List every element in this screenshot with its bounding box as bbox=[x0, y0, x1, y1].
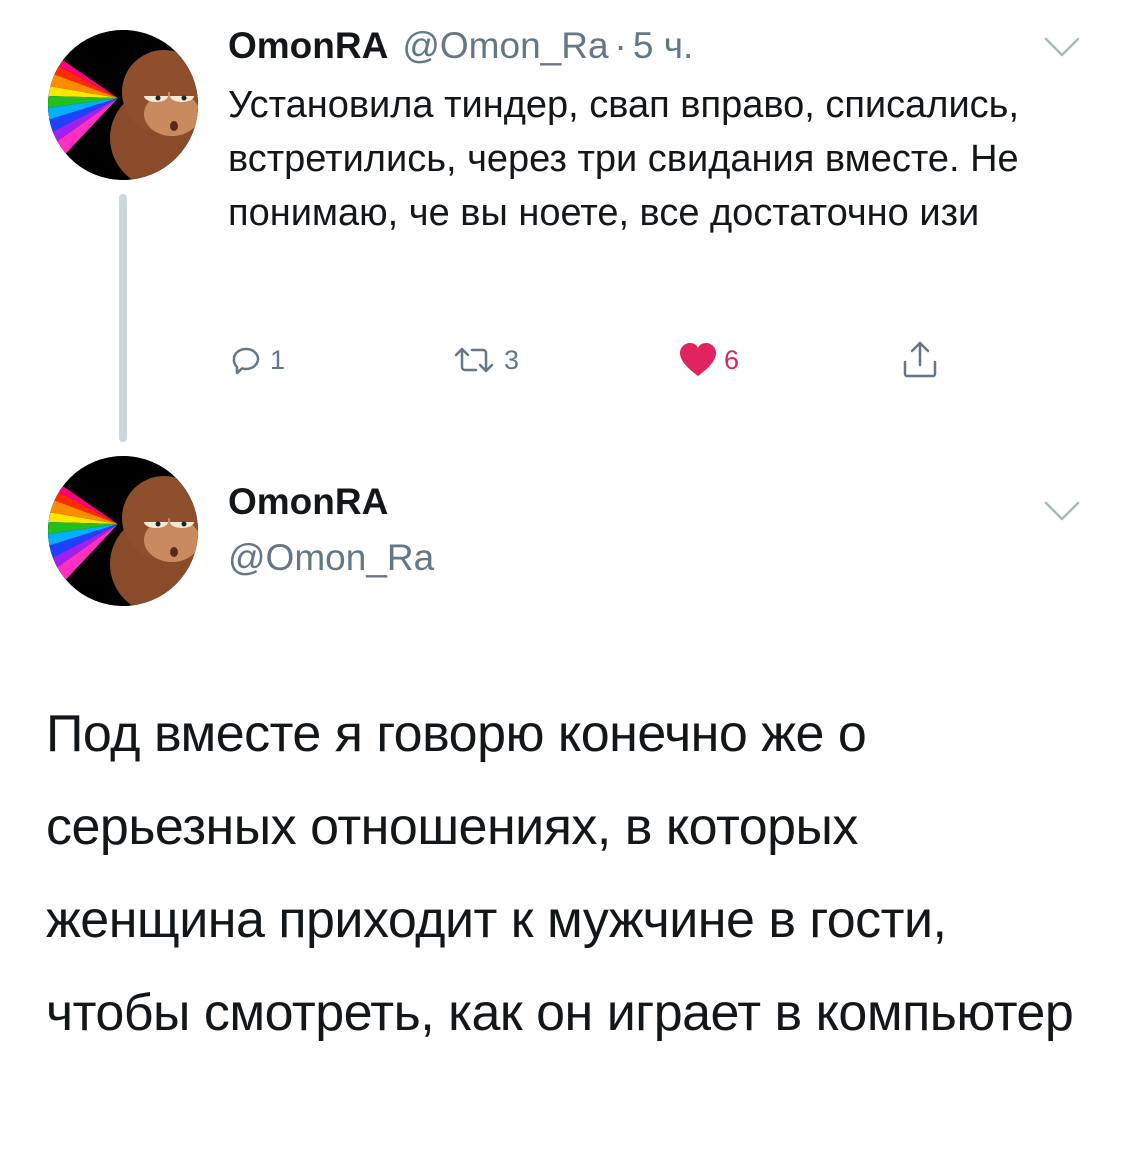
monkey-avatar-icon bbox=[48, 456, 198, 606]
author-name[interactable]: OmonRA bbox=[228, 478, 388, 526]
share-icon bbox=[903, 341, 937, 378]
tweet-actions: 1 3 6 bbox=[228, 335, 988, 385]
chevron-down-icon[interactable] bbox=[1044, 500, 1080, 522]
like-count: 6 bbox=[724, 344, 740, 375]
like-button[interactable]: 6 bbox=[678, 335, 739, 385]
author-name[interactable]: OmonRA bbox=[228, 22, 388, 70]
author-handle[interactable]: @Omon_Ra bbox=[402, 22, 608, 70]
reply-count: 1 bbox=[270, 344, 286, 375]
retweet-count: 3 bbox=[504, 344, 520, 375]
tweet-text: Установила тиндер, свап вправо, списалис… bbox=[228, 84, 1020, 234]
monkey-avatar-icon bbox=[48, 30, 198, 180]
avatar[interactable] bbox=[48, 456, 198, 606]
tweet-thread: OmonRA @Omon_Ra · 5 ч. Установила тиндер… bbox=[0, 0, 1122, 1163]
tweet-text: Под вместе я говорю конечно же о серьезн… bbox=[46, 705, 1074, 1042]
share-button[interactable] bbox=[900, 335, 940, 385]
tweet-time[interactable]: 5 ч. bbox=[633, 22, 693, 70]
author-handle[interactable]: @Omon_Ra bbox=[228, 534, 434, 582]
heart-icon bbox=[680, 343, 716, 376]
chevron-down-icon[interactable] bbox=[1044, 36, 1080, 58]
reply-icon bbox=[232, 347, 260, 375]
retweet-button[interactable]: 3 bbox=[450, 335, 519, 385]
avatar[interactable] bbox=[48, 30, 198, 180]
separator-dot: · bbox=[614, 25, 627, 66]
tweet-header: OmonRA @Omon_Ra · 5 ч. bbox=[228, 22, 693, 70]
thread-line bbox=[119, 194, 127, 442]
retweet-icon bbox=[454, 347, 494, 373]
reply-button[interactable]: 1 bbox=[228, 335, 285, 385]
